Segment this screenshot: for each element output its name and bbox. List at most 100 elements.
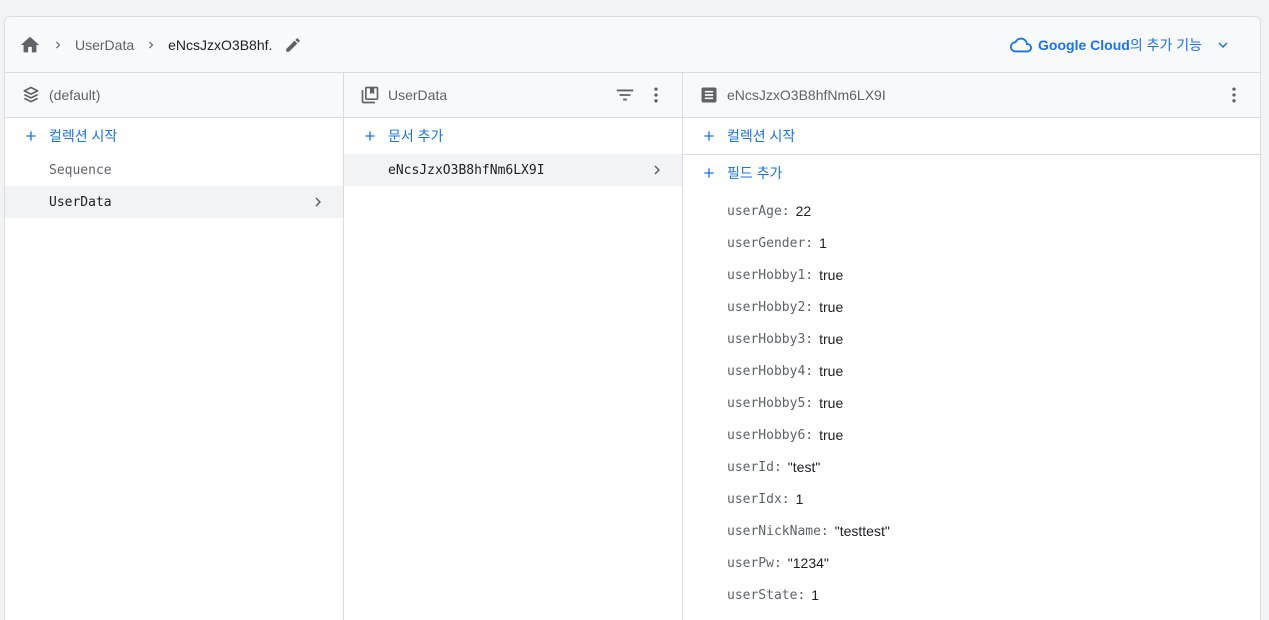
plus-icon (701, 128, 717, 144)
field-value: "test" (787, 459, 821, 475)
field-separator: : (805, 235, 814, 251)
collection-item-sequence[interactable]: Sequence (5, 154, 343, 186)
field-key: userHobby1 (727, 267, 806, 283)
document-panel-header: eNcsJzxO3B8hfNm6LX9I (683, 73, 1260, 118)
document-panel-title: eNcsJzxO3B8hfNm6LX9I (727, 87, 886, 103)
field-list: userAge:22 userGender:1 userHobby1: true use… (683, 191, 1260, 611)
field-row[interactable]: userIdx:1 (683, 483, 1260, 515)
field-row[interactable]: userHobby4: true (683, 355, 1260, 387)
field-separator: : (773, 459, 782, 475)
collection-icon (360, 85, 380, 105)
field-key: userState (727, 587, 798, 603)
field-row[interactable]: userPw: "1234" (683, 547, 1260, 579)
field-row[interactable]: userAge:22 (683, 195, 1260, 227)
field-key: userId (727, 459, 774, 475)
field-key: userPw (727, 555, 774, 571)
start-collection-label: 컬렉션 시작 (49, 128, 118, 144)
document-item[interactable]: eNcsJzxO3B8hfNm6LX9I (344, 154, 682, 186)
collection-panel-header: UserData (344, 73, 682, 118)
plus-icon (362, 128, 378, 144)
field-separator: : (773, 555, 782, 571)
plus-icon (23, 128, 39, 144)
collection-panel: UserData 문서 추가 eNcsJzxO3B8hfNm6LX9I (344, 73, 683, 620)
panel-columns: (default) 컬렉션 시작 Sequence UserData UserD… (5, 73, 1260, 620)
breadcrumb-item-collection[interactable]: UserData (75, 37, 134, 53)
field-value: true (819, 363, 844, 379)
add-document-button[interactable]: 문서 추가 (344, 118, 682, 154)
chevron-right-icon (51, 38, 65, 52)
field-separator: : (820, 523, 829, 539)
field-row[interactable]: userState:1 (683, 579, 1260, 611)
start-subcollection-label: 컬렉션 시작 (727, 128, 796, 144)
root-panel: (default) 컬렉션 시작 Sequence UserData (5, 73, 344, 620)
field-value: true (819, 427, 844, 443)
home-icon[interactable] (19, 34, 41, 56)
field-row[interactable]: userHobby5: true (683, 387, 1260, 419)
collection-name: Sequence (49, 162, 112, 178)
field-row[interactable]: userHobby6: true (683, 419, 1260, 451)
field-separator: : (781, 491, 790, 507)
field-key: userHobby4 (727, 363, 806, 379)
add-document-label: 문서 추가 (388, 128, 444, 144)
field-key: userHobby6 (727, 427, 806, 443)
filter-icon[interactable] (614, 84, 636, 106)
field-value: true (819, 395, 844, 411)
field-value: true (819, 267, 844, 283)
document-icon (699, 85, 719, 105)
field-value: 1 (795, 491, 804, 507)
start-collection-button[interactable]: 컬렉션 시작 (5, 118, 343, 154)
field-row[interactable]: userGender:1 (683, 227, 1260, 259)
field-separator: : (781, 203, 790, 219)
document-panel-actions (1224, 85, 1244, 105)
field-value: true (819, 299, 844, 315)
field-key: userNickName (727, 523, 821, 539)
document-panel: eNcsJzxO3B8hfNm6LX9I 컬렉션 시작 필드 추가 userAg… (683, 73, 1260, 620)
field-separator: : (805, 395, 814, 411)
field-row[interactable]: userHobby3: true (683, 323, 1260, 355)
field-key: userHobby3 (727, 331, 806, 347)
database-icon (21, 85, 41, 105)
chevron-down-icon (1214, 36, 1232, 54)
field-separator: : (805, 363, 814, 379)
collection-panel-title: UserData (388, 87, 448, 103)
field-key: userAge (727, 203, 782, 219)
start-subcollection-button[interactable]: 컬렉션 시작 (683, 118, 1260, 155)
cloud-icon (1010, 34, 1033, 56)
plus-icon (701, 165, 717, 181)
field-value: true (819, 331, 844, 347)
add-field-label: 필드 추가 (727, 165, 783, 181)
chevron-right-icon (309, 193, 327, 211)
add-field-button[interactable]: 필드 추가 (683, 155, 1260, 191)
field-value: 1 (811, 587, 820, 603)
field-separator: : (797, 587, 806, 603)
field-key: userHobby2 (727, 299, 806, 315)
field-value: 22 (795, 203, 812, 219)
google-cloud-features-button[interactable]: Google Cloud 의 추가 기능 (1010, 34, 1232, 56)
root-panel-header: (default) (5, 73, 343, 118)
collection-name: UserData (49, 194, 112, 210)
field-row[interactable]: userId: "test" (683, 451, 1260, 483)
field-separator: : (805, 299, 814, 315)
collection-item-userdata[interactable]: UserData (5, 186, 343, 218)
field-separator: : (805, 427, 814, 443)
google-cloud-suffix: 의 추가 기능 (1129, 36, 1202, 53)
field-row[interactable]: userHobby2: true (683, 291, 1260, 323)
chevron-right-icon (648, 161, 666, 179)
more-vert-icon[interactable] (646, 85, 666, 105)
field-separator: : (805, 267, 814, 283)
google-cloud-brand: Google Cloud (1038, 36, 1130, 53)
field-row[interactable]: userNickName: "testtest" (683, 515, 1260, 547)
field-row[interactable]: userHobby1: true (683, 259, 1260, 291)
breadcrumb-item-document[interactable]: eNcsJzxO3B8hf. (168, 37, 272, 53)
collection-panel-actions (614, 84, 666, 106)
field-value: 1 (819, 235, 827, 251)
field-key: userGender (727, 235, 806, 251)
document-id: eNcsJzxO3B8hfNm6LX9I (388, 162, 545, 178)
breadcrumb-bar: UserData eNcsJzxO3B8hf. Google Cloud 의 추… (5, 17, 1260, 73)
field-separator: : (805, 331, 814, 347)
root-panel-title: (default) (49, 87, 101, 103)
field-key: userHobby5 (727, 395, 806, 411)
more-vert-icon[interactable] (1224, 85, 1244, 105)
breadcrumb: UserData eNcsJzxO3B8hf. (19, 34, 302, 56)
pencil-icon[interactable] (284, 36, 302, 54)
